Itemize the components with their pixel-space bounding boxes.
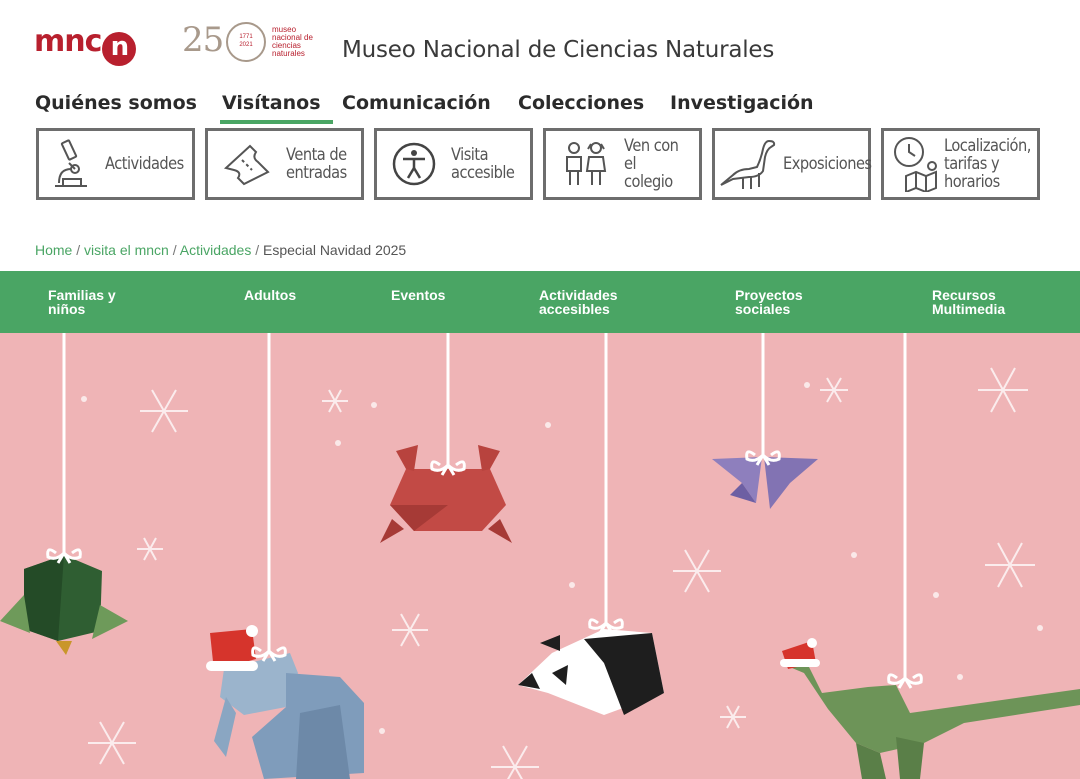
breadcrumb: Home / visita el mncn / Actividades / Es… xyxy=(35,242,406,258)
subnav-proyectos-sociales[interactable]: Proyectos sociales xyxy=(735,288,803,316)
children-icon xyxy=(566,142,607,185)
anniversary-logo: 25 1771 2021 museo nacional de ciencias … xyxy=(182,20,327,62)
tile-label: Ven con el colegio xyxy=(624,136,679,192)
christmas-hero-banner xyxy=(0,333,1080,779)
nav-comunicacion[interactable]: Comunicación xyxy=(342,92,491,114)
breadcrumb-separator: / xyxy=(168,242,180,258)
tile-label: Visita accesible xyxy=(451,145,515,183)
origami-crab xyxy=(380,445,512,543)
mncn-logo[interactable]: mnc n xyxy=(34,24,137,66)
site-header: mnc n 25 1771 2021 museo nacional de cien… xyxy=(0,0,1080,80)
tile-label: Localización, tarifas y horarios xyxy=(944,136,1031,192)
logo-n-circle: n xyxy=(102,32,137,66)
tile-ven-con-colegio[interactable]: Ven con el colegio xyxy=(543,128,702,200)
anniversary-small-text: museo nacional de ciencias naturales xyxy=(272,25,313,58)
subnav-actividades-accesibles[interactable]: Actividades accesibles xyxy=(539,288,618,316)
tile-venta-entradas[interactable]: Venta de entradas xyxy=(205,128,364,200)
subnav-recursos-multimedia[interactable]: Recursos Multimedia xyxy=(932,288,1005,316)
origami-panda xyxy=(518,629,664,715)
quick-links: Actividades Venta de entradas Visita acc… xyxy=(0,128,1080,204)
tile-localizacion[interactable]: Localización, tarifas y horarios xyxy=(881,128,1040,200)
breadcrumb-separator: / xyxy=(251,242,264,258)
tile-actividades[interactable]: Actividades xyxy=(36,128,195,200)
origami-ornaments-illustration xyxy=(0,333,1080,779)
nav-visitanos[interactable]: Visítanos xyxy=(220,92,332,124)
breadcrumb-current: Especial Navidad 2025 xyxy=(263,242,407,258)
breadcrumb-separator: / xyxy=(72,242,85,258)
subnav-familias[interactable]: Familias y niños xyxy=(48,288,116,316)
anniversary-number: 25 xyxy=(182,20,224,60)
tile-label: Actividades xyxy=(105,154,184,174)
breadcrumb-visita[interactable]: visita el mncn xyxy=(84,242,169,258)
breadcrumb-home[interactable]: Home xyxy=(35,242,72,258)
activities-subnav: Familias y niños Adultos Eventos Activid… xyxy=(0,271,1080,333)
site-title[interactable]: Museo Nacional de Ciencias Naturales xyxy=(342,37,774,63)
origami-butterfly xyxy=(712,457,818,509)
tile-label: Venta de entradas xyxy=(286,145,347,183)
breadcrumb-actividades[interactable]: Actividades xyxy=(180,242,252,258)
origami-turtle xyxy=(0,555,128,655)
clock-map-icon xyxy=(894,137,937,192)
tile-visita-accesible[interactable]: Visita accesible xyxy=(374,128,533,200)
nav-colecciones[interactable]: Colecciones xyxy=(518,92,644,114)
subnav-adultos[interactable]: Adultos xyxy=(244,288,296,302)
nav-investigacion[interactable]: Investigación xyxy=(670,92,814,114)
subnav-eventos[interactable]: Eventos xyxy=(391,288,445,302)
ticket-icon xyxy=(223,144,270,186)
nav-quienes-somos[interactable]: Quiénes somos xyxy=(35,92,197,114)
tile-exposiciones[interactable]: Exposiciones xyxy=(712,128,872,200)
origami-dinosaur xyxy=(780,638,1080,779)
microscope-icon xyxy=(55,139,87,187)
tile-label: Exposiciones xyxy=(783,154,872,174)
anniversary-years: 1771 2021 xyxy=(239,34,253,48)
logo-text: mnc xyxy=(34,24,102,59)
accessibility-icon xyxy=(392,142,436,186)
main-nav: Quiénes somos Visítanos Comunicación Col… xyxy=(0,90,1080,126)
dinosaur-icon xyxy=(720,139,776,189)
